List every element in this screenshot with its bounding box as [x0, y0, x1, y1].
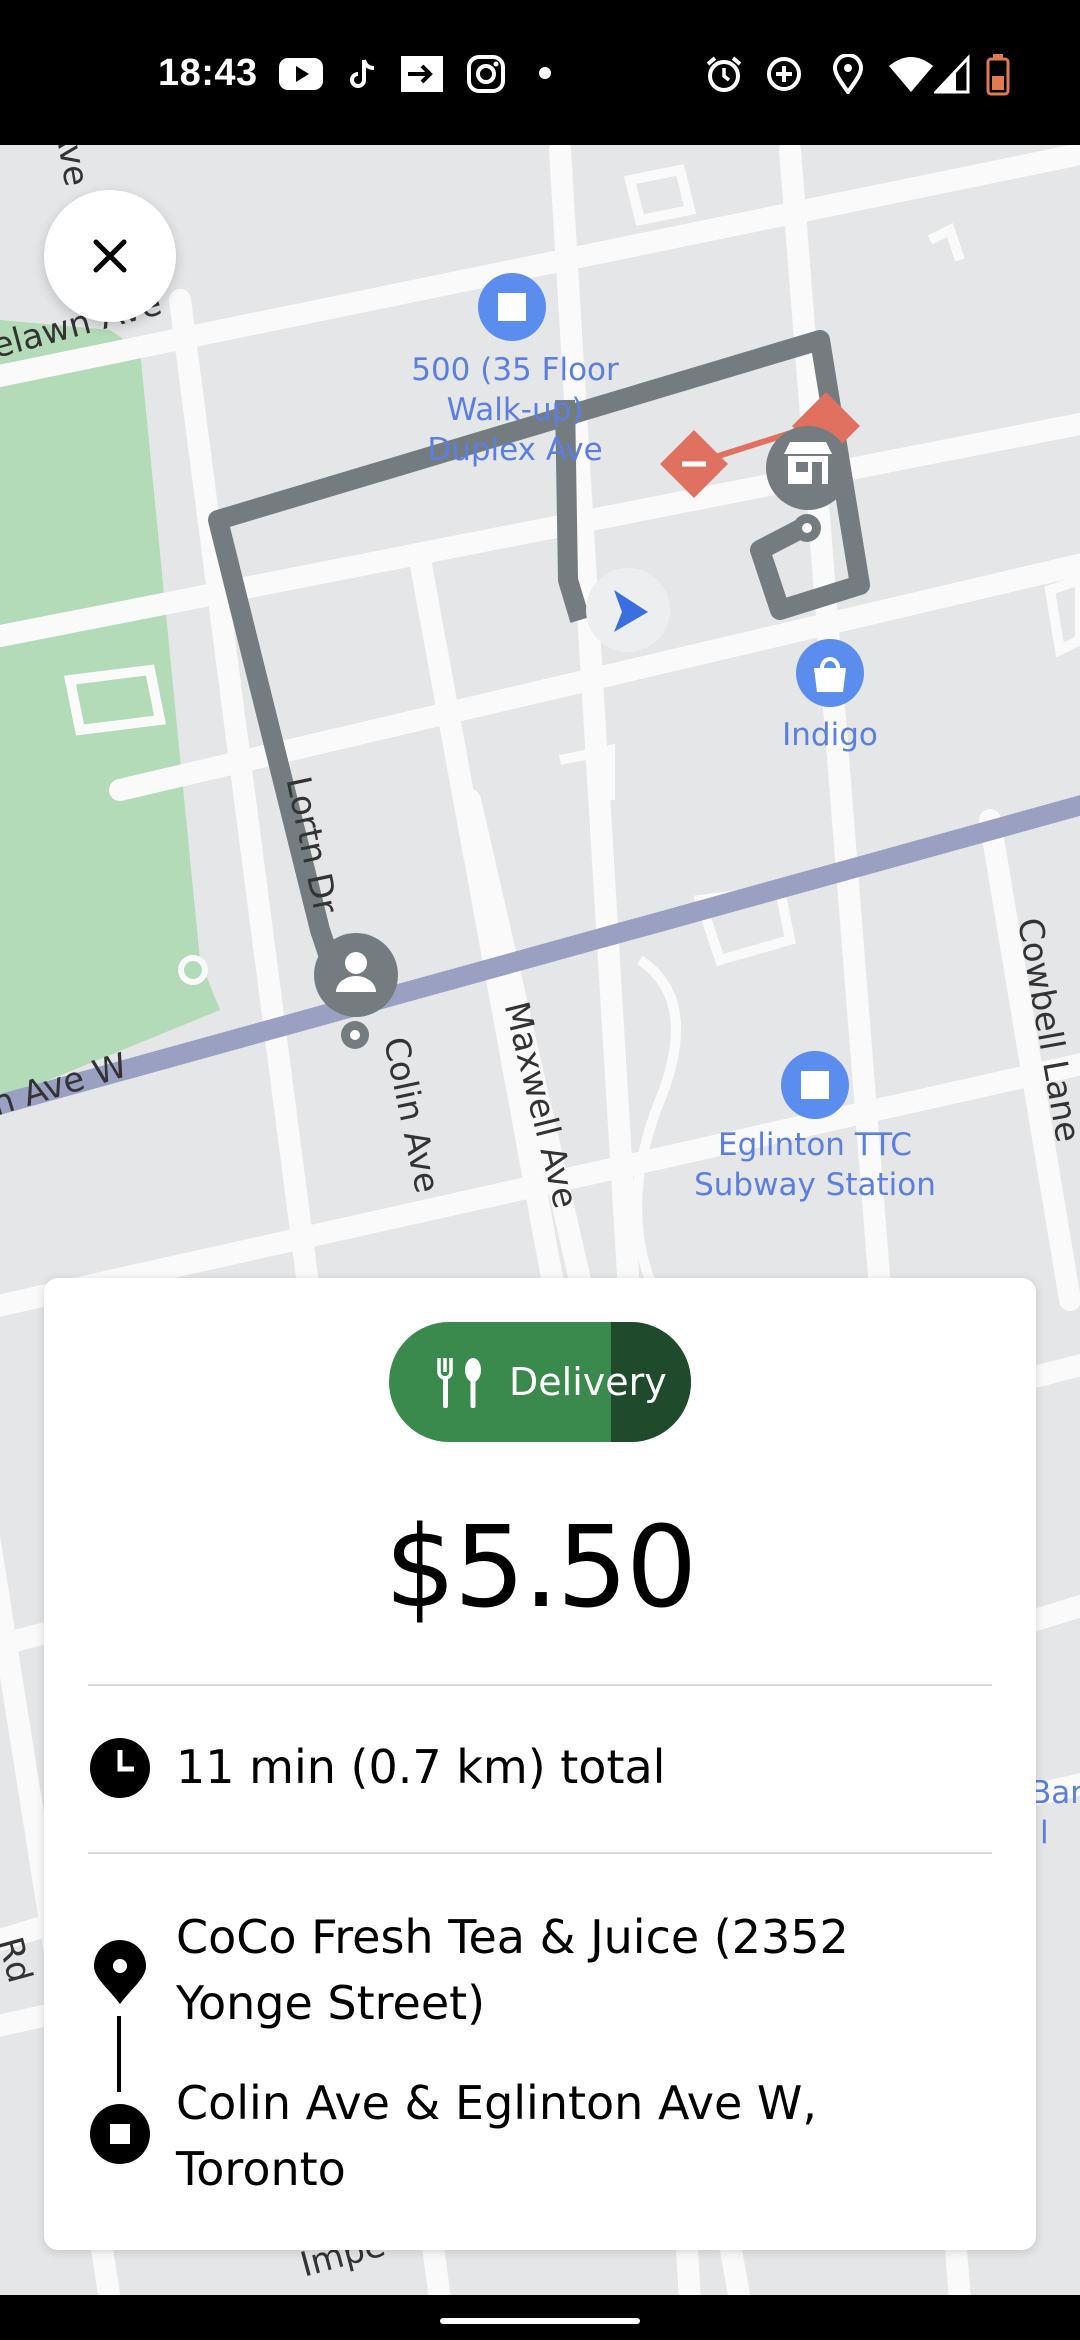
- divider: [88, 1852, 992, 1854]
- dropoff-square-icon: [90, 2104, 150, 2164]
- tag-label: Delivery: [509, 1360, 667, 1404]
- dot-icon: [539, 67, 551, 79]
- close-button[interactable]: [44, 190, 176, 322]
- store-icon: [766, 426, 850, 542]
- clock-icon: [90, 1738, 150, 1798]
- cast-icon: [401, 56, 443, 92]
- navigation-arrow-icon: [586, 568, 670, 652]
- pickup-location: CoCo Fresh Tea & Juice (2352 Yonge Stree…: [176, 1910, 849, 2030]
- place-label[interactable]: Eglinton TTC Subway Station: [680, 1125, 950, 1205]
- pickup-pin-icon: [94, 1940, 146, 2004]
- youtube-icon: [279, 58, 323, 90]
- tiktok-icon: [350, 59, 375, 88]
- location-icon: [832, 54, 864, 94]
- battery-icon: [986, 54, 1010, 96]
- shopping-bag-icon: [796, 639, 864, 707]
- transit-icon: [781, 1051, 849, 1119]
- signal-icon: [934, 54, 970, 94]
- price: $5.50: [384, 1503, 698, 1633]
- status-bar: 18:43: [0, 0, 1080, 145]
- data-saver-icon: [767, 57, 801, 91]
- building-icon: [478, 273, 546, 341]
- instagram-icon: [467, 55, 505, 93]
- close-icon: [93, 239, 127, 273]
- place-label[interactable]: 500 (35 Floor Walk-up) Duplex Ave: [395, 350, 635, 470]
- route-connector: [117, 2016, 121, 2092]
- offer-card[interactable]: Delivery $5.50 11 min (0.7 km) total CoC…: [44, 1278, 1036, 2250]
- street-label: Bar: [1030, 1775, 1080, 1811]
- delivery-tag: Delivery: [389, 1322, 691, 1442]
- place-label[interactable]: Indigo: [760, 715, 900, 755]
- street-label: l: [1040, 1815, 1049, 1851]
- dropoff-location: Colin Ave & Eglinton Ave W, Toronto: [176, 2076, 817, 2196]
- utensils-icon: [437, 1358, 481, 1408]
- customer-icon: [314, 933, 398, 1049]
- wifi-icon: [889, 57, 933, 92]
- status-time: 18:43: [158, 52, 258, 94]
- divider: [88, 1684, 992, 1686]
- home-gesture-handle[interactable]: [440, 2318, 640, 2324]
- alarm-icon: [706, 56, 742, 92]
- trip-duration: 11 min (0.7 km) total: [176, 1740, 666, 1794]
